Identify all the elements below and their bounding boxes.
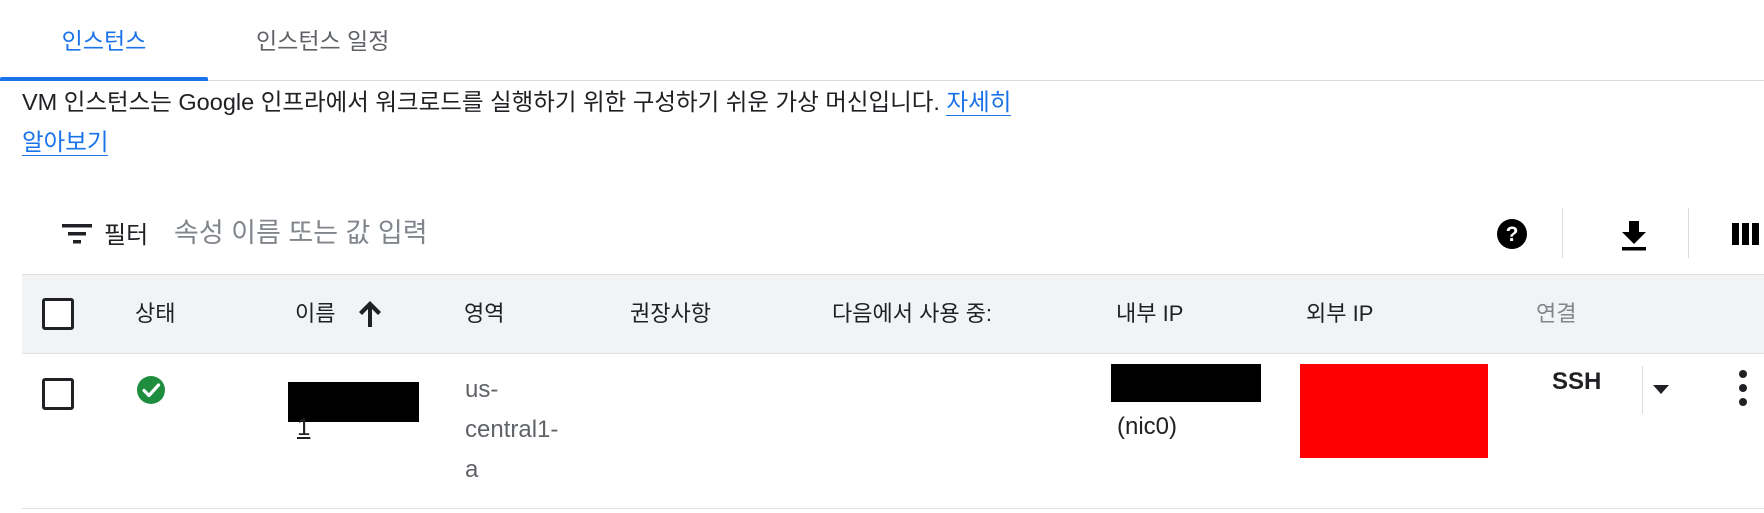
tab-instances-label: 인스턴스: [61, 28, 147, 54]
tab-instance-schedules-label: 인스턴스 일정: [256, 28, 390, 54]
ssh-divider: [1642, 366, 1643, 414]
svg-text:?: ?: [1506, 223, 1519, 246]
zone-line: central1-: [465, 416, 559, 443]
table-row: 1 us- central1- a (nic0) SSH: [22, 354, 1764, 509]
tab-instance-schedules[interactable]: 인스턴스 일정: [256, 0, 389, 80]
header-connect: 연결: [1536, 301, 1577, 326]
header-zone[interactable]: 영역: [464, 275, 504, 353]
tab-instances[interactable]: 인스턴스: [0, 0, 208, 81]
header-external-ip[interactable]: 외부 IP: [1306, 275, 1373, 353]
active-tab-indicator: [0, 77, 208, 81]
more-vert-icon[interactable]: [1736, 368, 1750, 408]
filter-label: 필터: [104, 222, 149, 249]
header-name-label: 이름: [295, 301, 336, 326]
help-icon[interactable]: ?: [1492, 214, 1532, 254]
filter-input[interactable]: [172, 206, 876, 260]
columns-icon[interactable]: [1728, 214, 1764, 254]
internal-ip-nic: (nic0): [1117, 413, 1178, 440]
chevron-down-icon[interactable]: [1650, 378, 1672, 400]
header-status[interactable]: 상태: [135, 275, 175, 353]
ssh-button[interactable]: SSH: [1552, 368, 1601, 396]
zone-line: us-: [465, 376, 499, 403]
zone-line: a: [465, 456, 479, 483]
filter-icon[interactable]: [62, 222, 92, 246]
toolbar-divider: [1562, 208, 1563, 258]
toolbar-divider: [1688, 208, 1689, 258]
header-name[interactable]: 이름: [295, 275, 381, 353]
row-checkbox[interactable]: [42, 378, 74, 410]
select-all-checkbox[interactable]: [42, 298, 74, 330]
arrow-up-icon: [359, 301, 381, 327]
instance-name-suffix: 1: [297, 414, 311, 441]
description-text: VM 인스턴스는 Google 인프라에서 워크로드를 실행하기 위한 구성하기…: [22, 89, 947, 115]
filter-bar: 필터 ?: [22, 196, 1764, 276]
tab-bar: 인스턴스 인스턴스 일정: [0, 0, 1764, 81]
check-circle-icon: [137, 376, 165, 404]
header-in-use-by[interactable]: 다음에서 사용 중:: [832, 275, 992, 353]
redacted-external-ip: [1300, 364, 1488, 458]
page-description: VM 인스턴스는 Google 인프라에서 워크로드를 실행하기 위한 구성하기…: [22, 82, 1032, 162]
header-recommendation[interactable]: 권장사항: [630, 275, 711, 353]
redacted-internal-ip: [1111, 364, 1261, 402]
header-internal-ip[interactable]: 내부 IP: [1116, 275, 1183, 353]
table-header: 상태 이름 영역 권장사항 다음에서 사용 중: 내부 IP 외부 IP 연결: [22, 274, 1764, 354]
download-icon[interactable]: [1614, 214, 1654, 254]
